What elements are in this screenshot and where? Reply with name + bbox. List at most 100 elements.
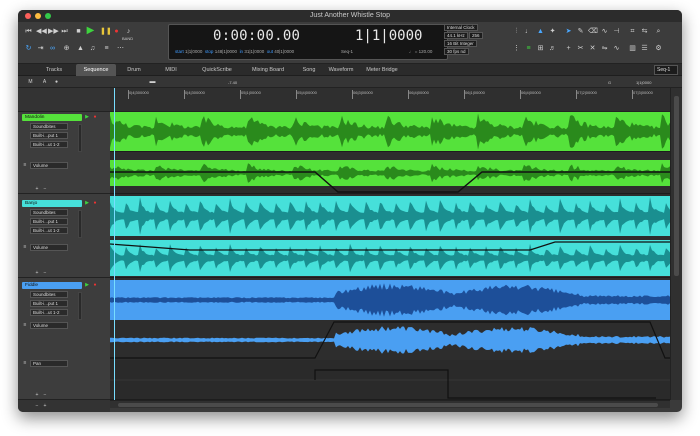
add-lane-icon[interactable]: + — [34, 270, 40, 276]
lane-mandolin-audio[interactable] — [110, 112, 670, 152]
clock-source[interactable]: Internal Clock — [444, 24, 478, 31]
tempo-display[interactable]: ♩ = 120.00 — [409, 49, 432, 54]
lane-banjo-audio[interactable] — [110, 194, 670, 236]
marker-icon[interactable]: ▲ — [76, 44, 85, 53]
horizontal-scrollbar[interactable] — [110, 400, 670, 408]
lane-toggle-icon[interactable]: ≡ — [22, 322, 28, 328]
automation-button[interactable]: A — [40, 78, 49, 87]
volume-automation-line[interactable] — [110, 152, 670, 194]
zoom-in-icon[interactable]: + — [42, 403, 48, 409]
buffer-size[interactable]: 256 — [469, 32, 483, 39]
tab-quickscribe[interactable]: QuickScribe — [194, 64, 240, 76]
mute-tool-icon[interactable]: ✕ — [588, 44, 597, 53]
stop-icon[interactable]: ■ — [74, 27, 83, 36]
track-name-fiddle[interactable]: Fiddle — [22, 282, 82, 289]
quantize-icon[interactable]: ⋮ — [512, 44, 521, 53]
tab-mixing-board[interactable]: Mixing Board — [244, 64, 292, 76]
record-arm-icon[interactable]: ● — [92, 114, 98, 120]
grid-icon[interactable]: ⊞ — [536, 44, 545, 53]
audio-icon[interactable]: ♬ — [548, 44, 557, 53]
forward-end-icon[interactable]: ⏭ — [60, 27, 69, 36]
overdub-icon[interactable]: ⊕ — [62, 44, 71, 53]
trim-tool-icon[interactable]: ⊣ — [612, 27, 621, 36]
sequence-selector[interactable]: Seq-1 — [341, 49, 353, 54]
scroll-icon[interactable]: ⇆ — [640, 27, 649, 36]
pause-icon[interactable]: ❚❚ — [100, 27, 112, 36]
play-icon[interactable]: ▶ — [86, 26, 95, 36]
scissors-icon[interactable]: ✂ — [576, 44, 585, 53]
fast-forward-icon[interactable]: ▶▶ — [48, 27, 59, 36]
bit-depth[interactable]: 16 Bit Integer — [444, 40, 477, 47]
volume-automation-line[interactable] — [110, 320, 670, 360]
list-icon[interactable]: ☰ — [640, 44, 649, 53]
output-menu[interactable]: Built-i...put 1 — [30, 300, 68, 307]
input-menu[interactable]: Soundbites — [30, 209, 68, 216]
input-menu[interactable]: Soundbites — [30, 291, 68, 298]
add-lane-icon[interactable]: + — [34, 392, 40, 398]
lane-mandolin-volume[interactable] — [110, 152, 670, 194]
mute-column-button[interactable]: M — [26, 78, 35, 87]
zoom-in-icon[interactable]: + — [564, 44, 573, 53]
metronome-icon[interactable]: ♫ — [88, 44, 97, 53]
search-icon[interactable]: ⌕ — [654, 27, 663, 36]
output-menu-2[interactable]: Built-i...ut 1-2 — [30, 141, 68, 148]
output-menu[interactable]: Built-i...put 1 — [30, 132, 68, 139]
waveform-icon[interactable]: ∿ — [612, 44, 621, 53]
lane-toggle-icon[interactable]: ≡ — [22, 162, 28, 168]
loop-icon[interactable]: ↻ — [24, 44, 33, 53]
zoom-button[interactable] — [45, 13, 51, 19]
tab-waveform[interactable]: Waveform — [322, 64, 360, 76]
automation-lane-menu[interactable]: Volume — [30, 322, 68, 329]
countoff-icon[interactable]: ≡ — [102, 44, 111, 53]
output-menu-2[interactable]: Built-i...ut 1-2 — [30, 227, 68, 234]
lane-fiddle-audio[interactable] — [110, 278, 670, 320]
lane-fiddle-volume[interactable] — [110, 320, 670, 360]
input-monitor-icon[interactable]: ≡ — [524, 44, 533, 53]
band-icon[interactable]: ♪ — [124, 27, 133, 36]
tab-meter-bridge[interactable]: Meter Bridge — [360, 64, 404, 76]
remove-lane-icon[interactable]: − — [42, 186, 48, 192]
lane-toggle-icon[interactable]: ≡ — [22, 244, 28, 250]
tab-midi[interactable]: MIDI — [156, 64, 186, 76]
piano-icon[interactable]: ▥ — [628, 44, 637, 53]
output-menu[interactable]: Built-i...put 1 — [30, 218, 68, 225]
snap-icon[interactable]: ⌗ — [628, 27, 637, 36]
mirror-icon[interactable]: ⇋ — [600, 44, 609, 53]
sample-rate[interactable]: 44.1 kHz — [444, 32, 468, 39]
timeline-ruler[interactable]: 0|4|300000 0|4|300000 05|1|00000 05|4|00… — [110, 88, 670, 112]
slider-icon[interactable]: ▬ — [148, 78, 157, 87]
play-enable-icon[interactable]: ▶ — [84, 282, 90, 288]
horizontal-scroll-thumb[interactable] — [118, 403, 658, 407]
zoom-out-icon[interactable]: − — [34, 403, 40, 409]
record-enable-icon[interactable]: ● — [52, 78, 61, 87]
tab-sequence[interactable]: Sequence — [76, 64, 116, 76]
automation-lane-menu[interactable]: Volume — [30, 244, 68, 251]
lane-toggle-icon[interactable]: ≡ — [22, 360, 28, 366]
pan-lane-menu[interactable]: Pan — [30, 360, 68, 367]
link-icon[interactable]: ∞ — [48, 44, 57, 53]
tab-tracks[interactable]: Tracks — [36, 64, 72, 76]
record-icon[interactable]: ● — [112, 27, 121, 36]
chord-icon[interactable]: ♩ — [524, 27, 533, 36]
vertical-scroll-thumb[interactable] — [674, 96, 679, 276]
audio-clip-mandolin[interactable] — [110, 112, 670, 151]
pencil-tool-icon[interactable]: ✎ — [576, 27, 585, 36]
minimize-button[interactable] — [35, 13, 41, 19]
audio-clip-banjo[interactable] — [110, 196, 670, 236]
play-enable-icon[interactable]: ▶ — [84, 114, 90, 120]
input-menu[interactable]: Soundbites — [30, 123, 68, 130]
tab-song[interactable]: Song — [296, 64, 322, 76]
reshape-tool-icon[interactable]: ∿ — [600, 27, 609, 36]
rewind-start-icon[interactable]: ⏮ — [24, 27, 33, 36]
sequence-editor[interactable] — [110, 112, 670, 400]
eraser-tool-icon[interactable]: ⌫ — [588, 27, 598, 36]
automation-lane-menu[interactable]: Volume — [30, 162, 68, 169]
remove-lane-icon[interactable]: − — [42, 270, 48, 276]
close-button[interactable] — [25, 13, 31, 19]
track-name-banjo[interactable]: Banjo — [22, 200, 82, 207]
track-name-mandolin[interactable]: Mandolin — [22, 114, 82, 121]
tab-drum[interactable]: Drum — [118, 64, 150, 76]
pointer-tool-icon[interactable]: ➤ — [564, 27, 573, 36]
playhead-cursor[interactable] — [114, 88, 115, 400]
output-menu-2[interactable]: Built-i...ut 1-2 — [30, 309, 68, 316]
